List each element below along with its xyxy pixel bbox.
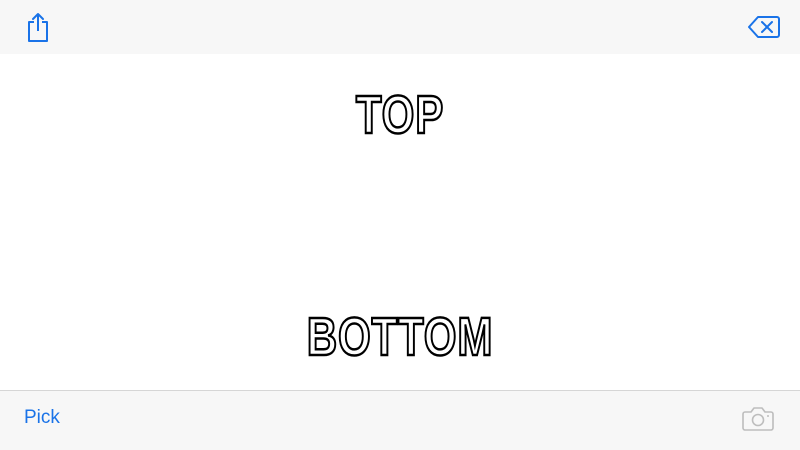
top-toolbar xyxy=(0,0,800,54)
share-button[interactable] xyxy=(20,9,56,45)
share-icon xyxy=(28,13,48,42)
meme-top-text[interactable]: TOP xyxy=(88,87,712,144)
camera-button[interactable] xyxy=(740,403,776,433)
camera-icon xyxy=(742,407,774,431)
pick-button[interactable]: Pick xyxy=(24,407,60,429)
clear-text-button[interactable] xyxy=(746,9,782,45)
delete-backspace-icon xyxy=(748,16,780,38)
meme-canvas[interactable]: TOP BOTTOM xyxy=(0,54,800,390)
bottom-toolbar: Pick xyxy=(0,390,800,450)
meme-bottom-text[interactable]: BOTTOM xyxy=(88,309,712,366)
meme-editor: TOP BOTTOM Pick xyxy=(0,0,800,450)
